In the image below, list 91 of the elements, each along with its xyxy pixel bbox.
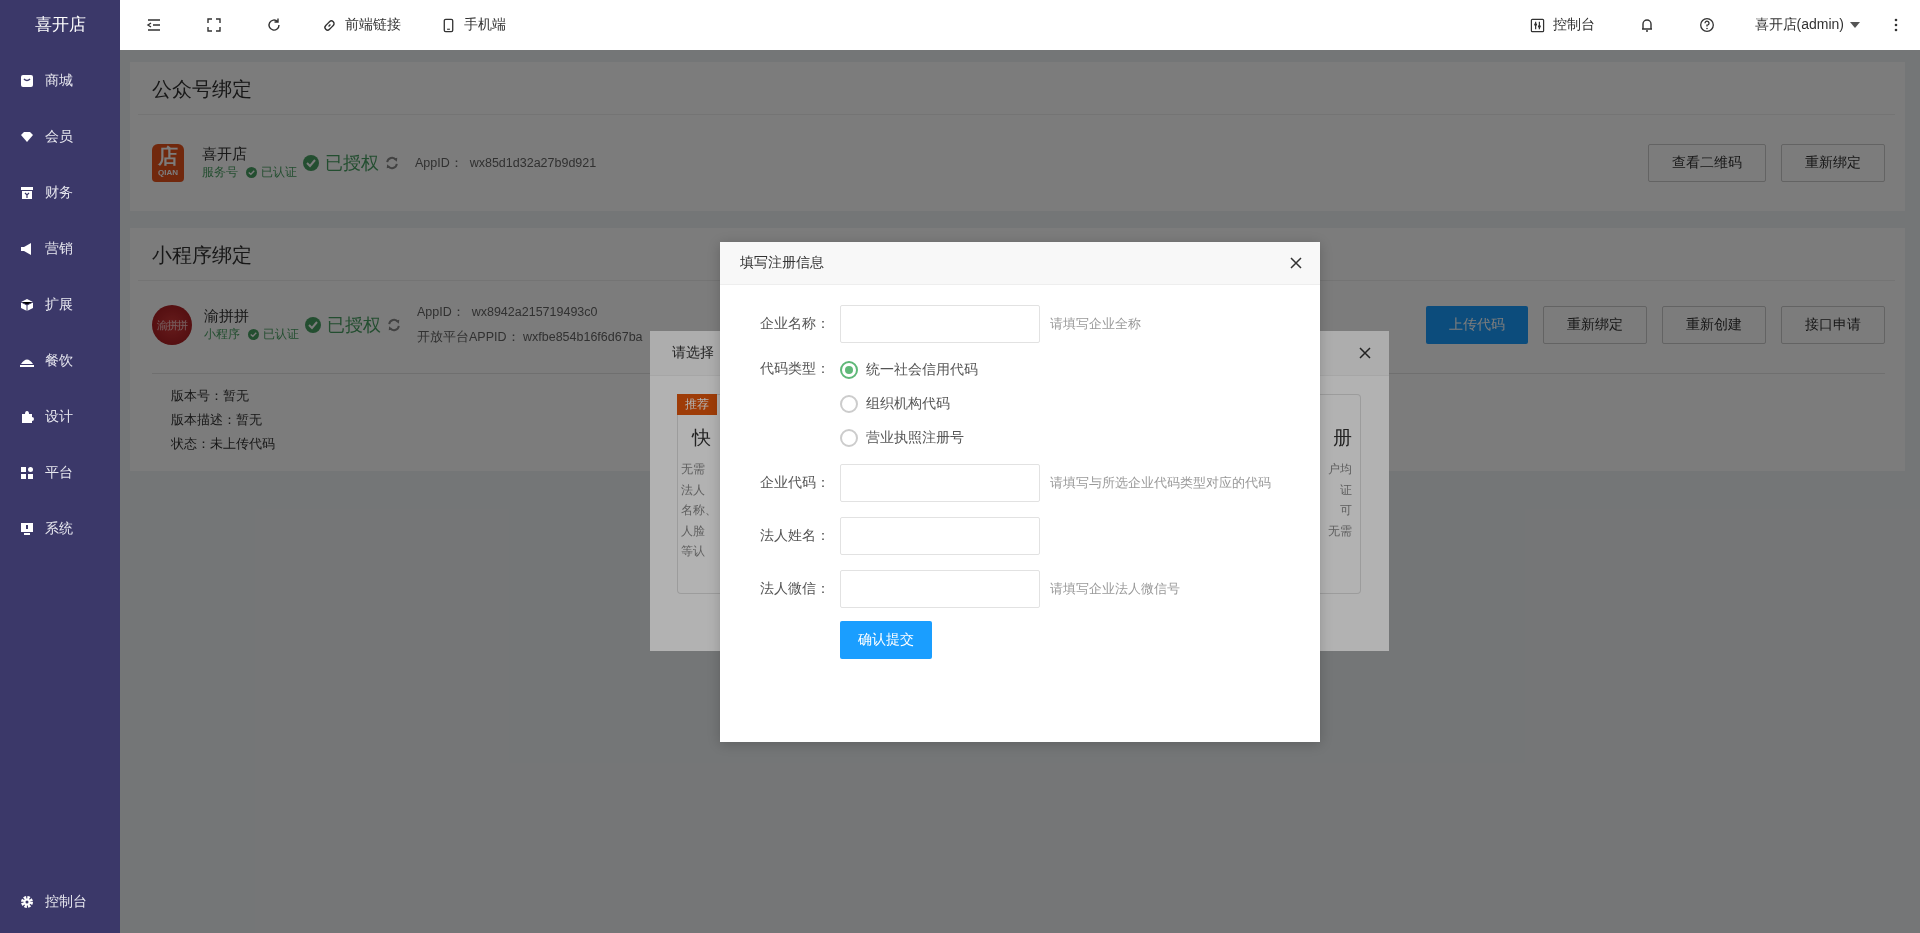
radio-option[interactable]: 营业执照注册号 [840,426,978,449]
verified-label: 已认证 [263,326,299,343]
sidebar-item[interactable]: 财务 [0,165,120,221]
link-icon [322,17,337,33]
field-label: 企业代码： [759,474,830,492]
authorized-status: 已授权 [325,152,379,175]
option-description: 名称、 [681,502,718,519]
open-platform-appid-text: 开放平台APPID： wxfbe854b16f6d67ba [417,329,643,346]
sync-icon[interactable] [385,156,399,170]
menu-collapse-icon[interactable] [146,17,162,33]
mobile-link[interactable]: 手机端 [441,16,506,34]
help-icon[interactable] [1698,17,1715,33]
field-label: 法人微信： [759,580,830,598]
fullscreen-icon[interactable] [206,17,222,33]
action-button[interactable]: 重新绑定 [1543,306,1647,344]
verified-label: 已认证 [261,164,297,181]
cube-icon [20,298,34,312]
recommend-badge: 推荐 [677,394,717,415]
caret-icon [1850,22,1860,28]
field-label: 代码类型： [759,359,830,378]
input-field[interactable] [840,464,1040,502]
input-field[interactable] [840,305,1040,343]
sliders-icon [1529,17,1545,33]
bag-icon [20,74,34,88]
shop-logo: 店 QIAN [152,144,184,182]
option-title: 快 [692,426,712,450]
archive-icon [20,186,34,200]
sidebar-item[interactable]: 控制台 [0,874,120,930]
input-field[interactable] [840,517,1040,555]
sidebar-item[interactable]: 平台 [0,445,120,501]
option-description: 法人 [681,481,706,499]
frontend-link[interactable]: 前端链接 [322,16,401,34]
option-description: 证 [1340,481,1352,499]
option-description: 人脸 [681,522,706,540]
monitor-icon [20,522,34,536]
option-description: 等认 [681,543,706,560]
appid-text: AppID： wx85d1d32a27b9d921 [415,154,597,172]
option-description: 无需 [1328,522,1352,540]
field-label: 法人姓名： [759,527,830,545]
authorized-status: 已授权 [327,314,381,337]
field-hint: 请填写与所选企业代码类型对应的代码 [1050,474,1271,492]
info-text: 状态：未上传代码 [171,435,275,453]
option-title: 册 [1333,426,1352,450]
info-text: 版本描述：暂无 [171,411,262,429]
radio-option[interactable]: 统一社会信用代码 [840,358,978,381]
option-description: 可 [1340,502,1352,519]
gear-icon [20,895,34,909]
radio-option[interactable]: 组织机构代码 [840,392,978,415]
field-hint: 请填写企业全称 [1050,315,1141,333]
close-icon[interactable] [1359,347,1371,359]
gem-icon [20,130,34,144]
option-description: 户均 [1328,461,1352,478]
card-title: 公众号绑定 [138,62,1895,115]
console-link[interactable]: 控制台 [1529,16,1595,34]
field-label: 企业名称： [759,315,830,333]
appid-text: AppID： wx8942a215719493c0 [417,304,599,321]
sidebar-item[interactable]: 设计 [0,389,120,445]
puzzle-icon [20,410,34,424]
check-icon [303,155,319,171]
dialog-title: 填写注册信息 [740,254,825,272]
input-field[interactable] [840,570,1040,608]
phone-icon [441,17,456,33]
sidebar-item[interactable]: 系统 [0,501,120,557]
sync-icon[interactable] [387,318,401,332]
check-icon [305,317,321,333]
action-button[interactable]: 查看二维码 [1648,144,1766,182]
account-type: 服务号 [202,164,238,181]
check-icon [248,329,259,340]
sidebar-item[interactable]: 餐饮 [0,333,120,389]
account-name: 渝拼拼 [204,307,250,326]
info-text: 版本号：暂无 [171,387,249,405]
refresh-icon[interactable] [266,17,282,33]
close-icon[interactable] [1290,257,1302,269]
action-button[interactable]: 重新创建 [1662,306,1766,344]
account-type: 小程序 [204,326,240,343]
app-logo[interactable]: 喜开店 [0,0,120,50]
field-hint: 请填写企业法人微信号 [1050,580,1180,598]
sidebar-item[interactable]: 扩展 [0,277,120,333]
more-icon[interactable] [1894,17,1898,33]
account-name: 喜开店 [202,145,248,164]
megaphone-icon [20,242,34,256]
dialog-title: 请选择 [672,344,715,362]
sidebar-item[interactable]: 商城 [0,53,120,109]
sidebar-item[interactable]: 会员 [0,109,120,165]
grid-icon [20,466,34,480]
action-button[interactable]: 接口申请 [1781,306,1885,344]
check-icon [246,167,257,178]
action-button[interactable]: 重新绑定 [1781,144,1885,182]
option-description: 无需 [681,461,706,478]
sidebar-item[interactable]: 营销 [0,221,120,277]
user-menu[interactable]: 喜开店(admin) [1754,16,1860,34]
